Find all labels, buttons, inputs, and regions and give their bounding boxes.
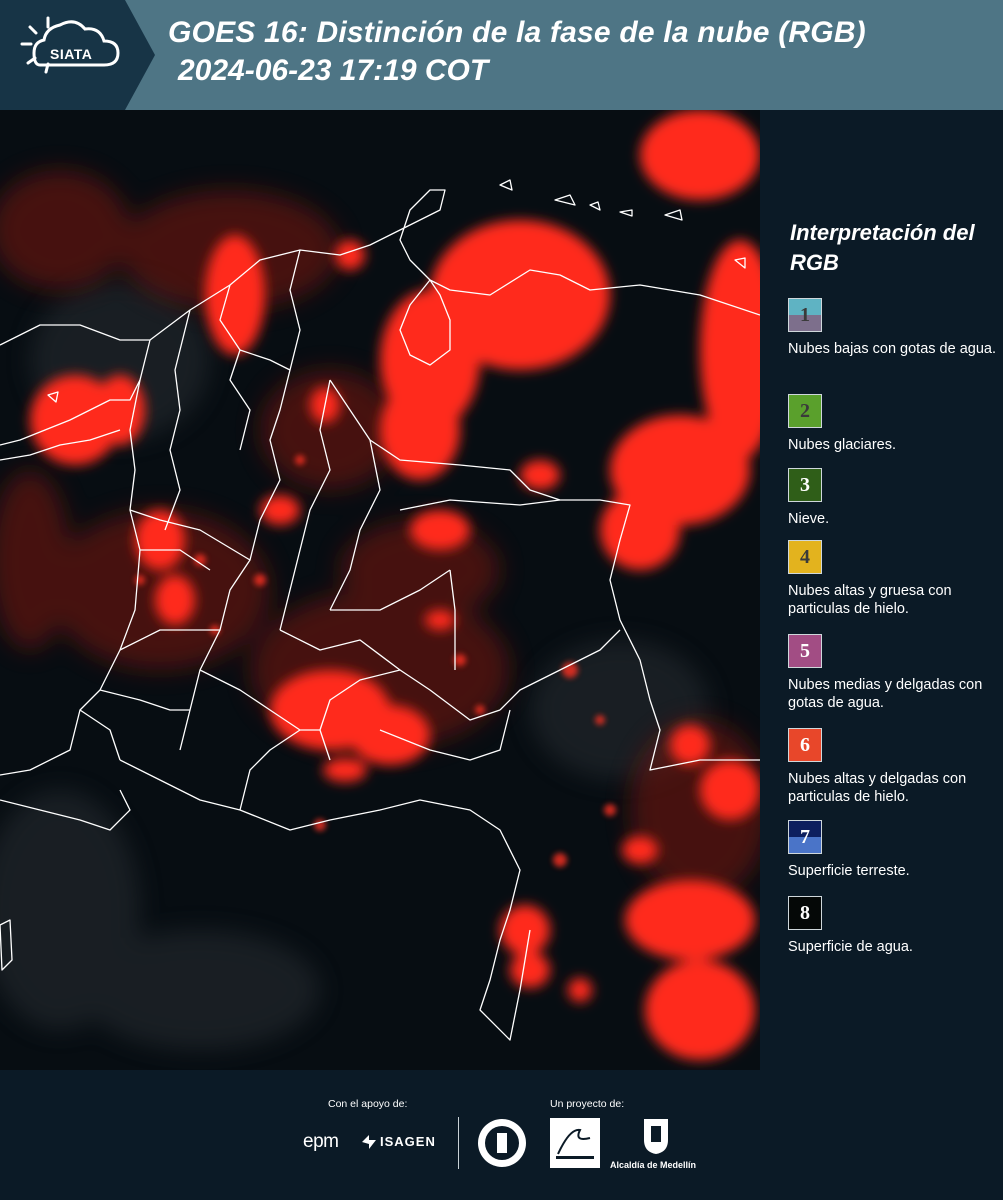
legend-swatch-1: 1 bbox=[788, 298, 822, 332]
support-label: Con el apoyo de: bbox=[328, 1098, 408, 1110]
logo-text: SIATA bbox=[50, 46, 93, 62]
footer-divider bbox=[458, 1117, 459, 1169]
legend-label-7: Superficie terreste. bbox=[788, 863, 910, 879]
legend-label-1: Nubes bajas con gotas de agua. bbox=[788, 341, 996, 357]
legend-label-4: Nubes altas y gruesa con particulas de h… bbox=[788, 583, 952, 617]
legend-panel: Interpretación del RGB 1 Nubes bajas con… bbox=[760, 110, 1003, 1070]
legend-item-3: 3 Nieve. bbox=[788, 468, 998, 528]
legend-item-7: 7 Superficie terreste. bbox=[788, 820, 998, 880]
footer: Con el apoyo de: Un proyecto de: epm ISA… bbox=[0, 1070, 1003, 1200]
isagen-logo: ISAGEN bbox=[380, 1134, 436, 1149]
page-timestamp: 2024-06-23 17:19 COT bbox=[178, 54, 489, 87]
legend-swatch-4: 4 bbox=[788, 540, 822, 574]
legend-item-1: 1 Nubes bajas con gotas de agua. bbox=[788, 298, 998, 358]
university-seal-icon bbox=[478, 1119, 526, 1167]
legend-label-5: Nubes medias y delgadas con gotas de agu… bbox=[788, 677, 983, 711]
satellite-map bbox=[0, 110, 760, 1070]
legend-title: Interpretación del RGB bbox=[790, 220, 975, 275]
page-title: GOES 16: Distinción de la fase de la nub… bbox=[168, 16, 866, 49]
siata-logo: SIATA bbox=[0, 0, 160, 110]
legend-item-8: 8 Superficie de agua. bbox=[788, 896, 998, 956]
legend-item-4: 4 Nubes altas y gruesa con particulas de… bbox=[788, 540, 998, 618]
legend-label-6: Nubes altas y delgadas con particulas de… bbox=[788, 771, 967, 805]
legend-item-6: 6 Nubes altas y delgadas con particulas … bbox=[788, 728, 998, 806]
medellin-shield-icon bbox=[644, 1119, 668, 1154]
legend-swatch-3: 3 bbox=[788, 468, 822, 502]
legend-swatch-8: 8 bbox=[788, 896, 822, 930]
legend-item-2: 2 Nubes glaciares. bbox=[788, 394, 998, 454]
legend-label-2: Nubes glaciares. bbox=[788, 437, 896, 453]
project-label: Un proyecto de: bbox=[550, 1098, 625, 1110]
legend-swatch-7: 7 bbox=[788, 820, 822, 854]
area-metropolitana-logo bbox=[550, 1118, 600, 1168]
alcaldia-logo-text: Alcaldía de Medellín bbox=[610, 1160, 697, 1170]
legend-label-8: Superficie de agua. bbox=[788, 939, 913, 955]
epm-logo: epm bbox=[303, 1131, 339, 1152]
legend-swatch-2: 2 bbox=[788, 394, 822, 428]
header: SIATA GOES 16: Distinción de la fase de … bbox=[0, 0, 1003, 110]
legend-item-5: 5 Nubes medias y delgadas con gotas de a… bbox=[788, 634, 998, 712]
legend-swatch-6: 6 bbox=[788, 728, 822, 762]
isagen-icon bbox=[362, 1135, 376, 1149]
legend-swatch-5: 5 bbox=[788, 634, 822, 668]
legend-label-3: Nieve. bbox=[788, 511, 830, 527]
